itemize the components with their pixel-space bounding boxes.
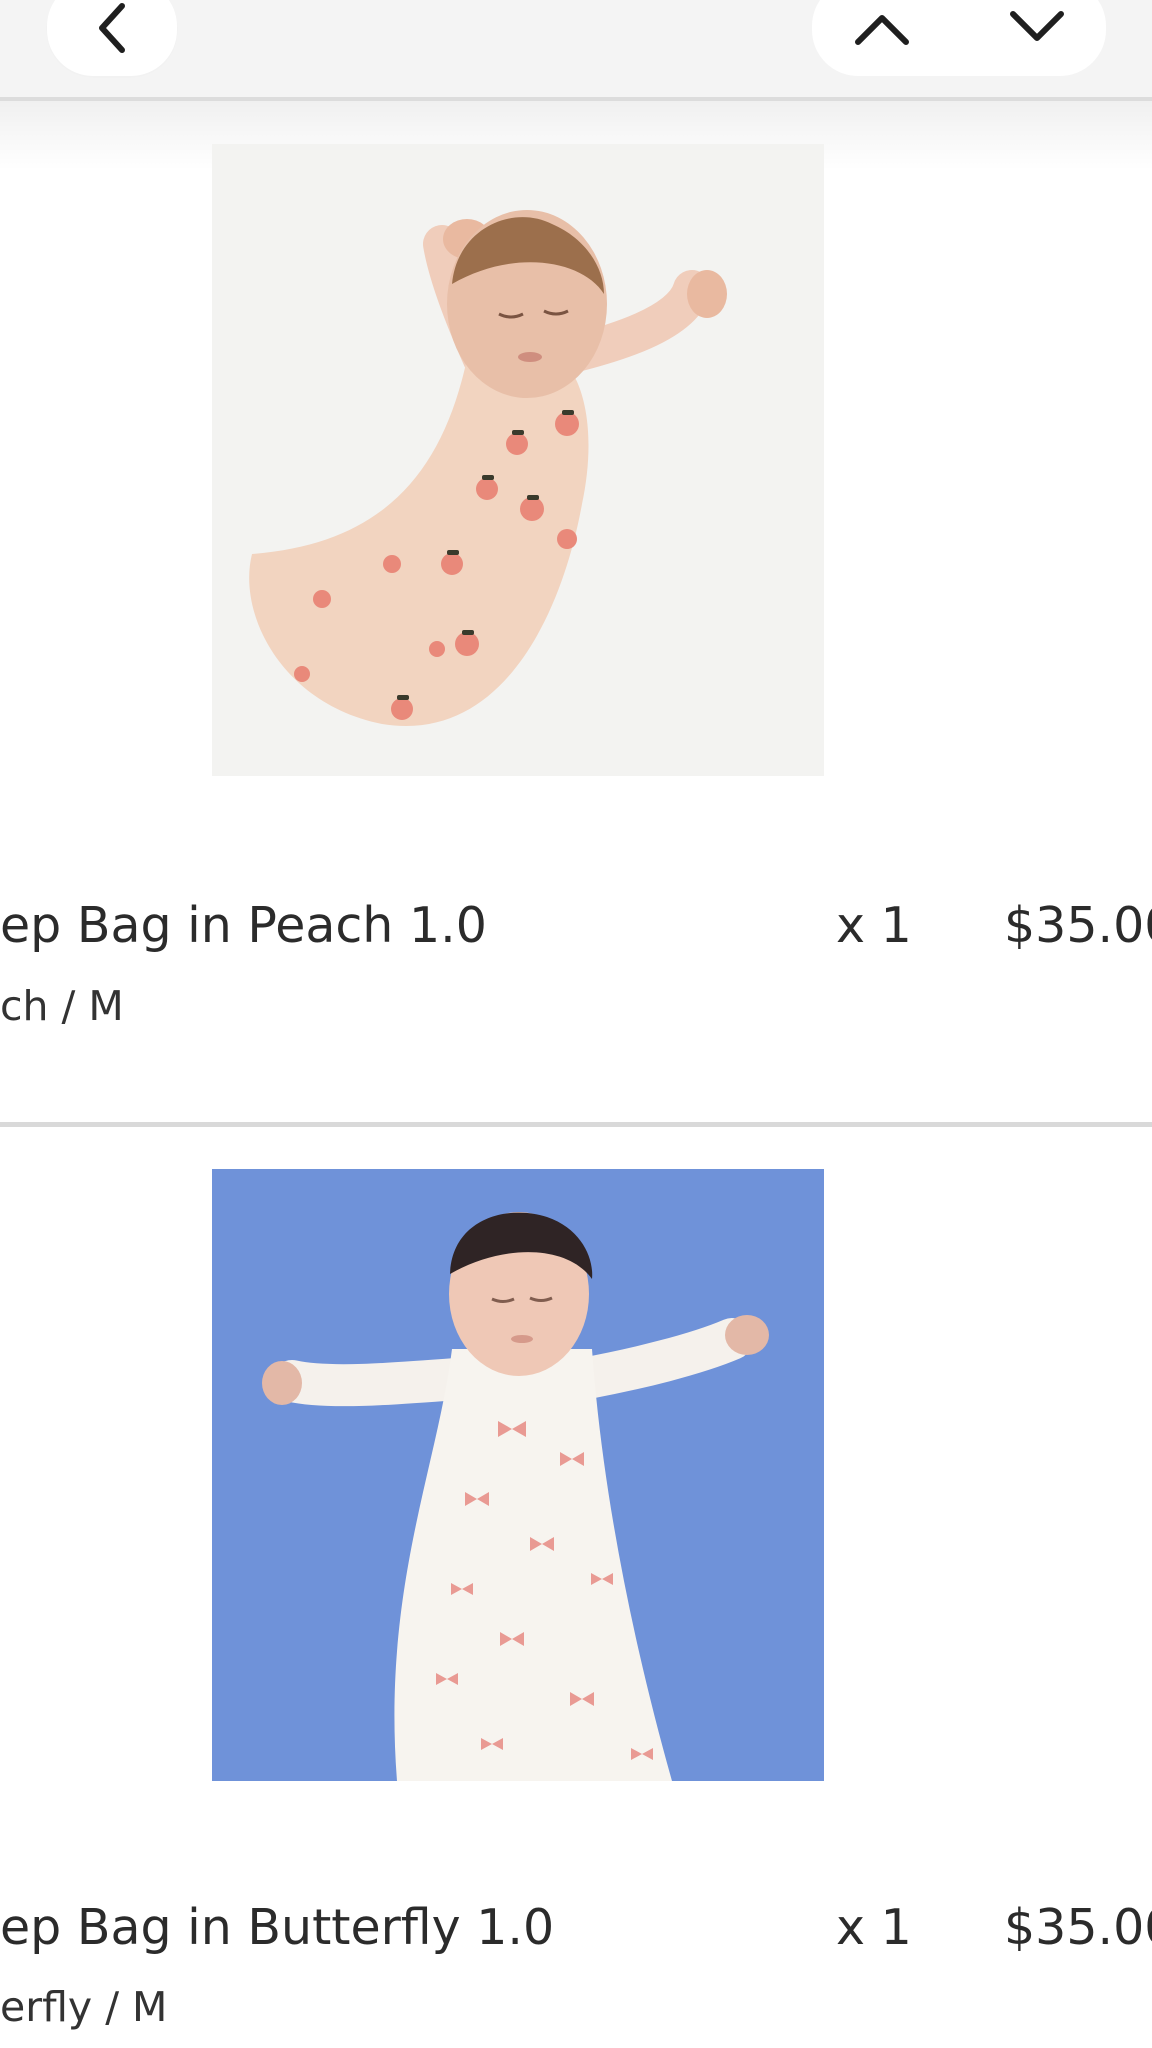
item-quantity: x 1 bbox=[836, 897, 912, 954]
product-image-butterfly bbox=[212, 1169, 824, 1781]
chevron-down-icon bbox=[1007, 8, 1067, 48]
item-price: $35.00 bbox=[1004, 1899, 1152, 1956]
back-button[interactable] bbox=[47, 0, 177, 76]
chevron-up-icon bbox=[852, 8, 912, 48]
item-variant: erfly / M bbox=[0, 1983, 168, 2031]
top-bar bbox=[0, 0, 1152, 101]
item-price: $35.00 bbox=[1004, 897, 1152, 954]
chevron-left-icon bbox=[92, 0, 132, 56]
item-navigation bbox=[812, 0, 1106, 76]
item-title: ep Bag in Peach 1.0 bbox=[0, 897, 487, 954]
item-divider bbox=[0, 1122, 1152, 1127]
item-quantity: x 1 bbox=[836, 1899, 912, 1956]
next-item-button[interactable] bbox=[987, 0, 1087, 76]
product-image-peach bbox=[212, 144, 824, 776]
previous-item-button[interactable] bbox=[832, 0, 932, 76]
item-variant: ch / M bbox=[0, 982, 124, 1030]
item-title: ep Bag in Butterfly 1.0 bbox=[0, 1899, 555, 1956]
